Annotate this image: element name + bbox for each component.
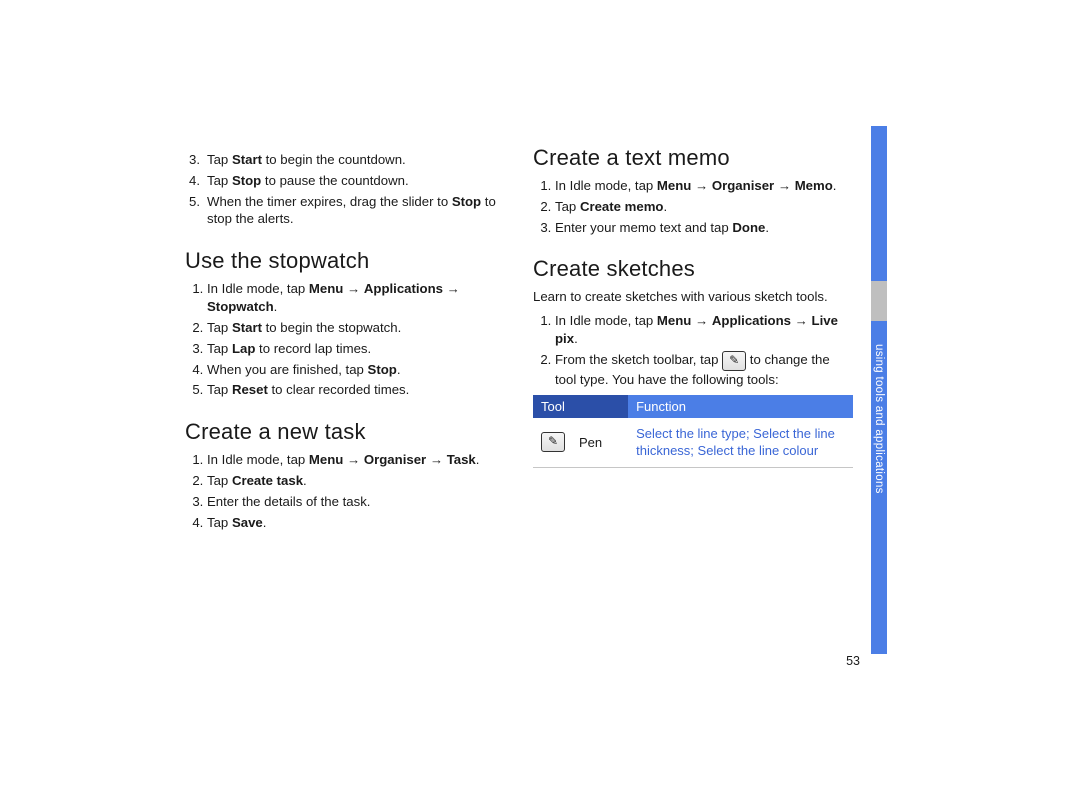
tool-function-cell: Select the line type; Select the line th… (628, 418, 853, 468)
memo-heading: Create a text memo (533, 145, 853, 171)
memo-steps: In Idle mode, tap Menu → Organiser → Mem… (533, 177, 853, 236)
task-steps: In Idle mode, tap Menu → Organiser → Tas… (185, 451, 505, 531)
task-heading: Create a new task (185, 419, 505, 445)
list-item: Tap Save. (207, 514, 505, 532)
page-number: 53 (846, 654, 860, 668)
tab-segment (871, 516, 887, 654)
tool-icon-cell: ✎ (533, 418, 571, 468)
list-item: Tap Reset to clear recorded times. (207, 381, 505, 399)
list-item: In Idle mode, tap Menu → Organiser → Mem… (555, 177, 853, 195)
list-item: In Idle mode, tap Menu → Organiser → Tas… (207, 451, 505, 469)
list-item: Tap Start to begin the countdown. (207, 151, 505, 169)
section-side-tab: using tools and applications (871, 126, 887, 654)
sketch-intro: Learn to create sketches with various sk… (533, 288, 853, 306)
tab-label: using tools and applications (871, 321, 887, 516)
list-item: When the timer expires, drag the slider … (207, 193, 505, 229)
tab-segment-gray (871, 281, 887, 321)
header-tool: Tool (533, 395, 628, 418)
tools-table: Tool Function ✎ Pen Select the line type… (533, 395, 853, 468)
sketch-steps: In Idle mode, tap Menu → Applications → … (533, 312, 853, 388)
list-item: Enter the details of the task. (207, 493, 505, 511)
table-row: ✎ Pen Select the line type; Select the l… (533, 418, 853, 468)
page-content: Tap Start to begin the countdown. Tap St… (185, 145, 855, 534)
list-item: Tap Create memo. (555, 198, 853, 216)
list-item: Tap Stop to pause the countdown. (207, 172, 505, 190)
sketch-heading: Create sketches (533, 256, 853, 282)
pen-icon: ✎ (722, 351, 746, 371)
timer-steps-continued: Tap Start to begin the countdown. Tap St… (185, 151, 505, 228)
list-item: In Idle mode, tap Menu → Applications → … (555, 312, 853, 348)
header-function: Function (628, 395, 853, 418)
list-item: In Idle mode, tap Menu → Applications → … (207, 280, 505, 316)
stopwatch-heading: Use the stopwatch (185, 248, 505, 274)
left-column: Tap Start to begin the countdown. Tap St… (185, 145, 505, 534)
right-column: Create a text memo In Idle mode, tap Men… (533, 145, 853, 534)
list-item: When you are finished, tap Stop. (207, 361, 505, 379)
list-item: Tap Lap to record lap times. (207, 340, 505, 358)
pen-icon: ✎ (541, 432, 565, 452)
tab-segment (871, 126, 887, 281)
list-item: From the sketch toolbar, tap ✎ to change… (555, 351, 853, 389)
tool-name-cell: Pen (571, 418, 628, 468)
stopwatch-steps: In Idle mode, tap Menu → Applications → … (185, 280, 505, 399)
list-item: Enter your memo text and tap Done. (555, 219, 853, 237)
list-item: Tap Create task. (207, 472, 505, 490)
list-item: Tap Start to begin the stopwatch. (207, 319, 505, 337)
table-header-row: Tool Function (533, 395, 853, 418)
